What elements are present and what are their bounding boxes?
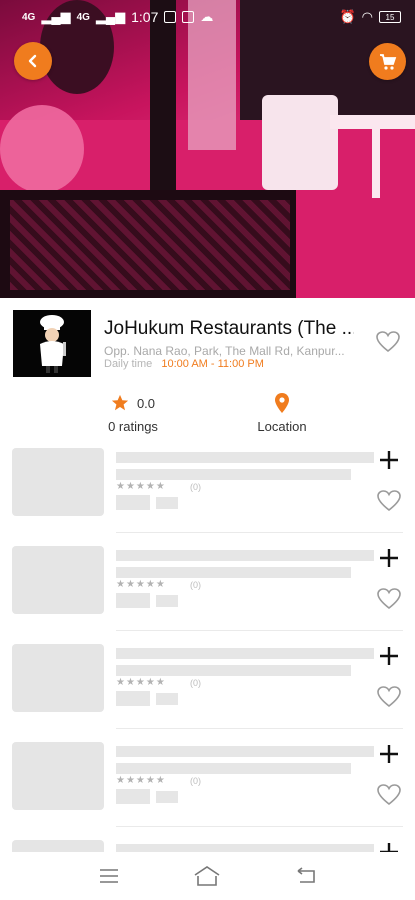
star-icon — [111, 394, 129, 411]
add-icon[interactable] — [377, 742, 401, 766]
divider — [116, 728, 403, 729]
heart-icon[interactable] — [376, 685, 402, 709]
item-title-placeholder — [116, 648, 374, 659]
signal-icon-2: ▂▄▆ — [95, 9, 126, 24]
menu-item-list: ★★★★★ (0) ★★★★★ (0) ★★★★★ (0) ★★★★★ (0) — [0, 440, 415, 852]
hours-value: 10:00 AM - 11:00 PM — [161, 358, 264, 370]
add-icon[interactable] — [377, 546, 401, 570]
list-item[interactable]: ★★★★★ (0) — [0, 636, 415, 734]
rating-stars-icon: ★★★★★ — [116, 677, 166, 688]
location-pin-icon — [275, 393, 289, 413]
item-title-placeholder — [116, 550, 374, 561]
rating-count: (0) — [190, 482, 201, 492]
back-nav-button[interactable] — [291, 863, 321, 889]
favorite-button[interactable] — [375, 330, 401, 359]
item-subtitle-placeholder — [116, 665, 351, 676]
chevron-left-icon — [28, 54, 37, 68]
list-item[interactable] — [0, 832, 415, 852]
rating-count: (0) — [190, 678, 201, 688]
notification-icon — [164, 11, 177, 23]
item-image-placeholder — [12, 546, 104, 614]
battery-icon: 15 — [379, 11, 401, 23]
heart-icon[interactable] — [376, 783, 402, 807]
list-item[interactable]: ★★★★★ (0) — [0, 440, 415, 538]
home-nav-button[interactable] — [192, 863, 222, 889]
divider — [116, 826, 403, 827]
shopping-cart-icon — [379, 53, 396, 70]
list-item[interactable]: ★★★★★ (0) — [0, 734, 415, 832]
alarm-icon: ⏰ — [339, 9, 356, 24]
item-subtitle-placeholder — [116, 763, 351, 774]
signal-label-2: 4G — [76, 11, 90, 23]
hours-label: Daily time — [104, 358, 153, 370]
notification-icon-2 — [182, 11, 195, 23]
rating-count: (0) — [190, 580, 201, 590]
add-icon[interactable] — [377, 644, 401, 668]
clock: 1:07 — [131, 9, 159, 25]
item-title-placeholder — [116, 844, 374, 852]
divider — [116, 532, 403, 533]
restaurant-address: Opp. Nana Rao, Park, The Mall Rd, Kanpur… — [104, 344, 345, 358]
cloud-icon: ☁ — [200, 9, 214, 24]
divider — [116, 630, 403, 631]
heart-icon — [376, 331, 400, 353]
list-item[interactable]: ★★★★★ (0) — [0, 538, 415, 636]
chef-logo-icon — [40, 314, 66, 373]
item-subtitle-placeholder — [116, 469, 351, 480]
rating-summary[interactable]: 0.0 0 ratings — [100, 393, 166, 434]
cart-button[interactable] — [369, 43, 406, 80]
price-placeholder — [116, 495, 150, 510]
signal-label-1: 4G — [22, 11, 36, 23]
item-image-placeholder — [12, 644, 104, 712]
tag-placeholder — [156, 595, 178, 607]
restaurant-name: JoHukum Restaurants (The ... — [104, 318, 354, 339]
add-icon[interactable] — [377, 448, 401, 472]
location-label: Location — [257, 419, 307, 434]
rating-value: 0.0 — [136, 395, 156, 411]
restaurant-logo — [13, 310, 91, 377]
item-image-placeholder — [12, 742, 104, 810]
rating-count: (0) — [190, 776, 201, 786]
price-placeholder — [116, 789, 150, 804]
back-button[interactable] — [14, 42, 52, 80]
heart-icon[interactable] — [376, 489, 402, 513]
rating-stars-icon: ★★★★★ — [116, 579, 166, 590]
menu-nav-button[interactable] — [94, 863, 124, 889]
location-button[interactable]: Location — [240, 393, 324, 434]
wifi-icon: ◠ — [361, 9, 373, 24]
tag-placeholder — [156, 497, 178, 509]
price-placeholder — [116, 593, 150, 608]
menu-icon — [100, 869, 119, 883]
price-placeholder — [116, 691, 150, 706]
item-image-placeholder — [12, 840, 104, 852]
add-icon[interactable] — [377, 840, 401, 852]
item-title-placeholder — [116, 452, 374, 463]
restaurant-info: JoHukum Restaurants (The ... Opp. Nana R… — [0, 298, 415, 440]
signal-icon: ▂▄▆ — [41, 9, 71, 24]
status-bar: 4G ▂▄▆ 4G ▂▄▆ 1:07 ☁ ⏰ ◠ 15 — [0, 0, 415, 34]
home-icon — [195, 866, 220, 886]
restaurant-cover-image — [0, 0, 415, 298]
item-image-placeholder — [12, 448, 104, 516]
tag-placeholder — [156, 693, 178, 705]
back-nav-icon — [297, 867, 315, 883]
system-navigation-bar — [0, 852, 415, 900]
item-subtitle-placeholder — [116, 567, 351, 578]
rating-stars-icon: ★★★★★ — [116, 775, 166, 786]
ratings-count: 0 ratings — [108, 419, 158, 434]
heart-icon[interactable] — [376, 587, 402, 611]
item-title-placeholder — [116, 746, 374, 757]
opening-hours: Daily time 10:00 AM - 11:00 PM — [104, 358, 264, 370]
rating-stars-icon: ★★★★★ — [116, 481, 166, 492]
tag-placeholder — [156, 791, 178, 803]
